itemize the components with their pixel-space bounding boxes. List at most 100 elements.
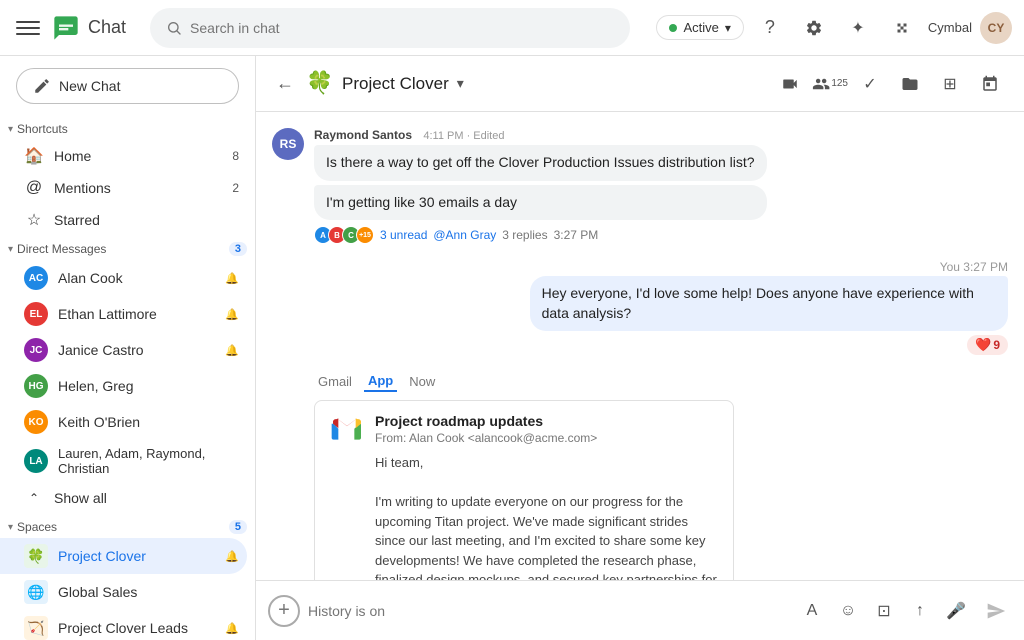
janice-castro-label: Janice Castro xyxy=(58,342,215,358)
add-attachment-button[interactable]: + xyxy=(268,595,300,627)
dm-badge: 3 xyxy=(229,242,247,256)
thread-avatars: A B C +15 xyxy=(314,226,374,244)
home-label: Home xyxy=(54,148,222,164)
help-button[interactable]: ? xyxy=(752,10,788,46)
chat-header-actions: 125 ✓ ⊞ xyxy=(772,66,1008,102)
project-clover-leads-label: Project Clover Leads xyxy=(58,620,215,636)
gmail-logo-icon xyxy=(331,413,363,445)
messages-area[interactable]: RS Raymond Santos 4:11 PM · Edited Is th… xyxy=(256,112,1024,580)
main-layout: New Chat ▾ Shortcuts 🏠 Home 8 @ Mentions… xyxy=(0,56,1024,640)
chat-input-area: + A ☺ ⊡ ↑ 🎤 xyxy=(256,580,1024,640)
sidebar-item-starred[interactable]: ☆ Starred xyxy=(0,204,247,236)
expand-icon: ⌃ xyxy=(24,488,44,508)
reaction-emoji: ❤️ xyxy=(975,337,991,353)
chat-area: ← 🍀 Project Clover ▾ 125 ✓ ⊞ xyxy=(256,56,1024,640)
dropdown-chevron-icon[interactable]: ▾ xyxy=(457,75,464,92)
sidebar-item-project-clover[interactable]: 🍀 Project Clover 🔔 xyxy=(0,538,247,574)
sidebar-item-keith[interactable]: KO Keith O'Brien xyxy=(0,404,247,440)
starred-label: Starred xyxy=(54,212,239,228)
new-chat-button[interactable]: New Chat xyxy=(16,68,239,104)
sidebar-item-group[interactable]: LA Lauren, Adam, Raymond, Christian xyxy=(0,440,247,482)
you-label: You 3:27 PM xyxy=(940,260,1008,274)
tasks-button[interactable]: ✓ xyxy=(852,66,888,102)
space-icon: 🌐 xyxy=(24,580,48,604)
folder-button[interactable] xyxy=(892,66,928,102)
reaction-count: 9 xyxy=(993,338,1000,352)
message-input[interactable] xyxy=(308,603,788,619)
avatar: AC xyxy=(24,266,48,290)
reaction-button[interactable]: ❤️ 9 xyxy=(967,335,1008,355)
pin-icon: 🔔 xyxy=(225,308,239,321)
thread-time: 3:27 PM xyxy=(554,228,599,242)
pin-icon: 🔔 xyxy=(225,622,239,635)
new-chat-label: New Chat xyxy=(59,78,120,94)
mentions-count: 2 xyxy=(232,181,239,195)
show-all-dm[interactable]: ⌃ Show all xyxy=(0,482,247,514)
input-icons: A ☺ ⊡ ↑ 🎤 xyxy=(796,595,972,627)
thread-unread: 3 unread xyxy=(380,228,427,242)
chat-title: Project Clover xyxy=(342,74,449,94)
back-button[interactable]: ← xyxy=(272,69,298,98)
dm-section-header[interactable]: ▾ Direct Messages 3 xyxy=(0,236,255,260)
pin-icon: 🔔 xyxy=(225,344,239,357)
search-bar[interactable] xyxy=(150,8,630,48)
gmail-text: Hi team,I'm writing to update everyone o… xyxy=(375,453,717,580)
search-icon xyxy=(166,20,182,36)
space-header-icon: 🍀 xyxy=(306,70,334,98)
members-button[interactable]: 125 xyxy=(812,66,848,102)
active-dot xyxy=(669,24,677,32)
brand-name: Cymbal xyxy=(928,20,972,35)
spaces-section-header[interactable]: ▾ Spaces 5 xyxy=(0,514,255,538)
space-icon: 🏹 xyxy=(24,616,48,640)
gmail-tabs: Gmail App Now xyxy=(314,371,1008,392)
gmail-from: From: Alan Cook <alancook@acme.com> xyxy=(375,431,717,445)
active-status[interactable]: Active ▾ xyxy=(656,15,743,40)
my-message-container: You 3:27 PM Hey everyone, I'd love some … xyxy=(272,260,1008,355)
hamburger-menu[interactable] xyxy=(12,12,44,44)
settings-button[interactable] xyxy=(796,10,832,46)
gmail-header-row: Project roadmap updates From: Alan Cook … xyxy=(331,413,717,580)
top-bar: Chat Active ▾ ? ✦ Cymbal CY xyxy=(0,0,1024,56)
send-button[interactable] xyxy=(980,595,1012,627)
edit-icon xyxy=(33,77,51,95)
sidebar-item-global-sales[interactable]: 🌐 Global Sales xyxy=(0,574,247,610)
tab-app[interactable]: App xyxy=(364,371,397,392)
search-input[interactable] xyxy=(190,20,614,36)
integrations-button[interactable]: ⊞ xyxy=(932,66,968,102)
home-icon: 🏠 xyxy=(24,146,44,166)
calendar-button[interactable] xyxy=(972,66,1008,102)
message-row: RS Raymond Santos 4:11 PM · Edited Is th… xyxy=(272,128,1008,244)
sidebar-item-helen-greg[interactable]: HG Helen, Greg xyxy=(0,368,247,404)
user-account-chip[interactable]: Cymbal CY xyxy=(928,12,1012,44)
spaces-badge: 5 xyxy=(229,520,247,534)
thread-mention: @Ann Gray xyxy=(433,228,496,242)
apps-button[interactable] xyxy=(884,10,920,46)
text-format-button[interactable]: A xyxy=(796,595,828,627)
emoji-button[interactable]: ☺ xyxy=(832,595,864,627)
thread-preview[interactable]: A B C +15 3 unread @Ann Gray 3 replies 3… xyxy=(314,226,767,244)
sidebar-item-janice-castro[interactable]: JC Janice Castro 🔔 xyxy=(0,332,247,368)
sidebar-item-project-clover-leads[interactable]: 🏹 Project Clover Leads 🔔 xyxy=(0,610,247,640)
sidebar-item-home[interactable]: 🏠 Home 8 xyxy=(0,140,247,172)
gmail-subject: Project roadmap updates xyxy=(375,413,717,429)
tab-gmail[interactable]: Gmail xyxy=(314,372,356,391)
message-bubble: I'm getting like 30 emails a day xyxy=(314,185,767,221)
sidebar-item-mentions[interactable]: @ Mentions 2 xyxy=(0,172,247,204)
sparkle-button[interactable]: ✦ xyxy=(840,10,876,46)
chevron-down-icon: ▾ xyxy=(725,21,731,35)
video-call-button[interactable] xyxy=(772,66,808,102)
voice-button[interactable]: 🎤 xyxy=(940,595,972,627)
avatar: JC xyxy=(24,338,48,362)
avatar: EL xyxy=(24,302,48,326)
upload-button[interactable]: ↑ xyxy=(904,595,936,627)
message-bubble: Is there a way to get off the Clover Pro… xyxy=(314,145,767,181)
tab-now[interactable]: Now xyxy=(405,372,439,391)
sidebar-item-alan-cook[interactable]: AC Alan Cook 🔔 xyxy=(0,260,247,296)
message-content: Raymond Santos 4:11 PM · Edited Is there… xyxy=(314,128,767,244)
reaction-bar[interactable]: ❤️ 9 xyxy=(967,335,1008,355)
shortcuts-section-header[interactable]: ▾ Shortcuts xyxy=(0,116,255,140)
dm-label: Direct Messages xyxy=(17,242,106,256)
mentions-icon: @ xyxy=(24,178,44,198)
screen-share-button[interactable]: ⊡ xyxy=(868,595,900,627)
sidebar-item-ethan-lattimore[interactable]: EL Ethan Lattimore 🔔 xyxy=(0,296,247,332)
